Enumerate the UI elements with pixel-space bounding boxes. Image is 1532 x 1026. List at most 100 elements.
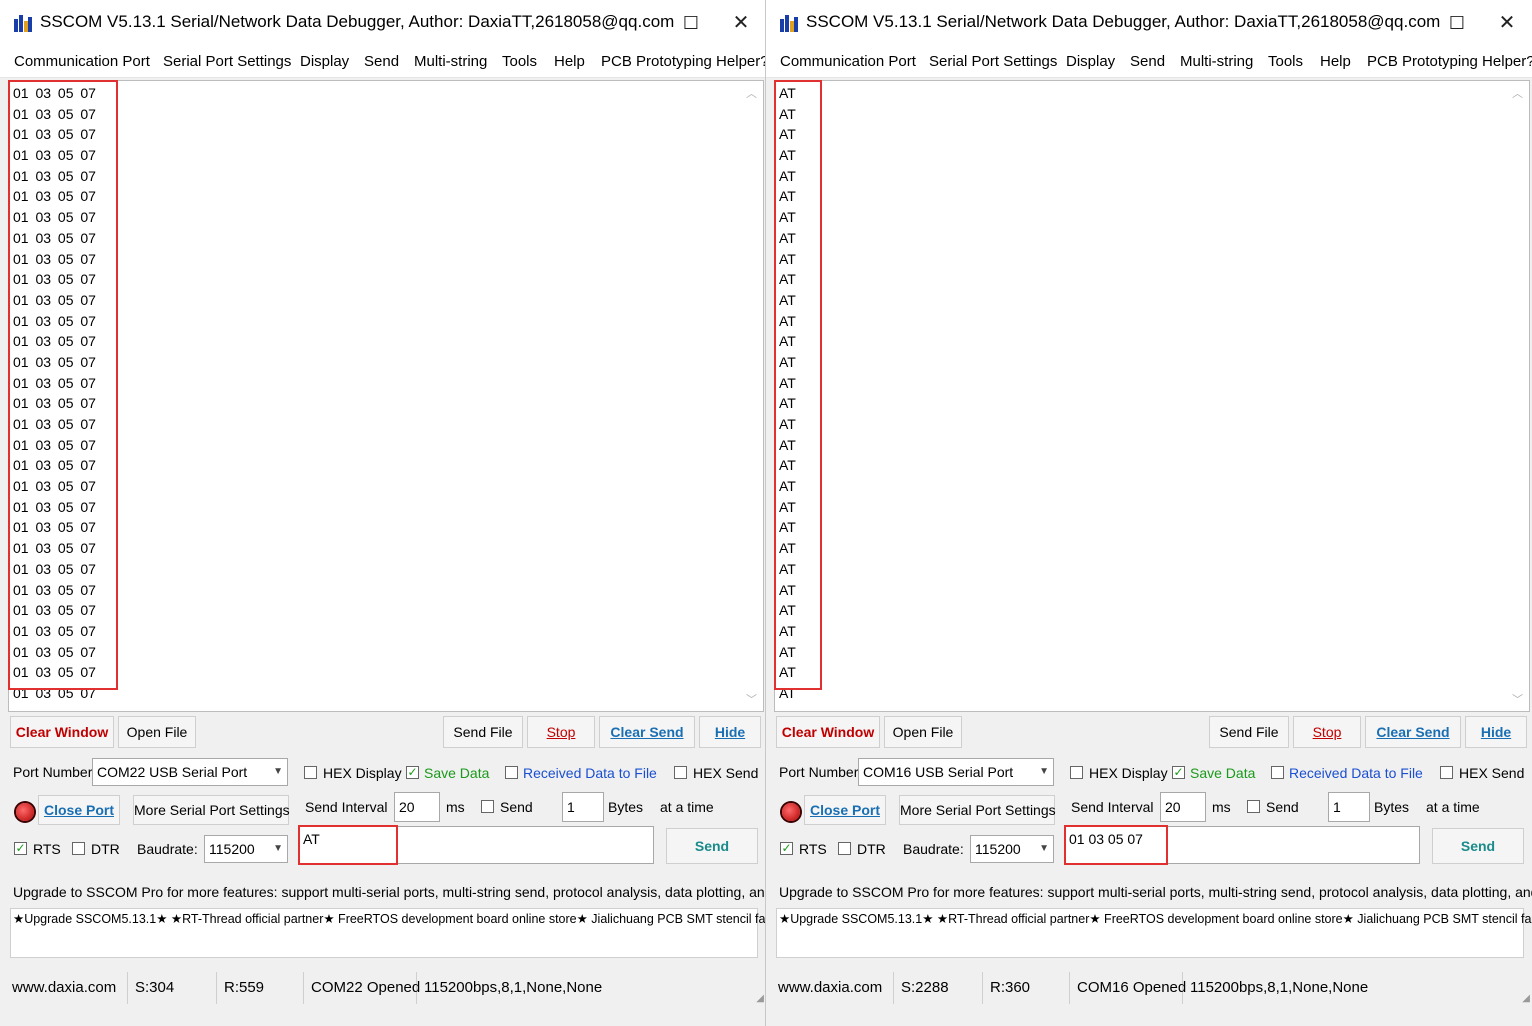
close-port-button[interactable]: Close Port [38, 795, 120, 825]
menu-send[interactable]: Send [1130, 53, 1165, 70]
title-bar: SSCOM V5.13.1 Serial/Network Data Debugg… [0, 0, 765, 46]
port-select[interactable]: COM22 USB Serial Port ▼ [92, 758, 288, 786]
baudrate-select[interactable]: 115200 ▼ [970, 835, 1054, 863]
clear-window-button[interactable]: Clear Window [776, 716, 880, 748]
status-bar: www.daxia.com S:2288 R:360 COM16 Opened … [766, 972, 1532, 1006]
status-port-params: 115200bps,8,1,None,None [420, 972, 764, 1004]
send-file-button[interactable]: Send File [443, 716, 523, 748]
port-select[interactable]: COM16 USB Serial Port ▼ [858, 758, 1054, 786]
status-site-link[interactable]: www.daxia.com [8, 972, 128, 1004]
menu-communication-port[interactable]: Communication Port [780, 53, 916, 70]
timed-send-label: Send [1266, 799, 1299, 815]
send-interval-input[interactable]: 20 [394, 792, 440, 822]
status-port-state: COM16 Opened [1073, 972, 1186, 1004]
received-to-file-label: Received Data to File [523, 765, 657, 781]
dtr-checkbox[interactable] [72, 842, 85, 855]
resize-grip-icon[interactable]: ◢ [756, 993, 764, 1004]
maximize-icon[interactable]: ☐ [1442, 10, 1472, 36]
menu-send[interactable]: Send [364, 53, 399, 70]
menu-pcb-helper[interactable]: PCB Prototyping Helper? [1367, 53, 1532, 70]
action-button-row: Clear Window Open File Send File Stop Cl… [8, 716, 764, 752]
clear-send-button[interactable]: Clear Send [1365, 716, 1461, 748]
menu-bar: Communication Port Serial Port Settings … [766, 46, 1532, 78]
hex-send-checkbox[interactable] [1440, 766, 1453, 779]
close-port-button[interactable]: Close Port [804, 795, 886, 825]
stop-button[interactable]: Stop [527, 716, 595, 748]
send-file-button[interactable]: Send File [1209, 716, 1289, 748]
scroll-up-icon[interactable]: ︿ [746, 85, 757, 101]
timed-send-checkbox[interactable] [1247, 800, 1260, 813]
hide-button[interactable]: Hide [1465, 716, 1527, 748]
bytes-label: Bytes [608, 799, 644, 815]
stop-button[interactable]: Stop [1293, 716, 1361, 748]
maximize-icon[interactable]: ☐ [676, 10, 706, 36]
hex-display-checkbox[interactable] [1070, 766, 1083, 779]
resize-grip-icon[interactable]: ◢ [1522, 993, 1530, 1004]
send-button[interactable]: Send [666, 828, 758, 864]
status-port-params: 115200bps,8,1,None,None [1186, 972, 1530, 1004]
send-interval-input[interactable]: 20 [1160, 792, 1206, 822]
bytes-label: Bytes [1374, 799, 1410, 815]
baudrate-value: 115200 [209, 841, 255, 857]
receive-area[interactable]: 01 03 05 07 01 03 05 07 01 03 05 07 01 03 0… [8, 80, 764, 712]
received-data-highlight [8, 80, 118, 690]
menu-serial-port-settings[interactable]: Serial Port Settings [163, 53, 291, 70]
chevron-down-icon: ▼ [1039, 843, 1049, 854]
ticker-text[interactable]: ★Upgrade SSCOM5.13.1★ ★RT-Thread officia… [779, 911, 1532, 926]
menu-multi-string[interactable]: Multi-string [1180, 53, 1253, 70]
ticker-text[interactable]: ★Upgrade SSCOM5.13.1★ ★RT-Thread officia… [13, 911, 765, 926]
menu-communication-port[interactable]: Communication Port [14, 53, 150, 70]
baudrate-select[interactable]: 115200 ▼ [204, 835, 288, 863]
close-icon[interactable]: ✕ [1492, 10, 1522, 36]
timed-send-checkbox[interactable] [481, 800, 494, 813]
received-to-file-checkbox[interactable] [1271, 766, 1284, 779]
scroll-down-icon[interactable]: ﹀ [1512, 691, 1523, 707]
chevron-down-icon: ▼ [1039, 766, 1049, 777]
scroll-down-icon[interactable]: ﹀ [746, 691, 757, 707]
menu-pcb-helper[interactable]: PCB Prototyping Helper? [601, 53, 765, 70]
save-data-checkbox[interactable]: ✓ [406, 766, 419, 779]
scroll-up-icon[interactable]: ︿ [1512, 85, 1523, 101]
bytes-input[interactable]: 1 [1328, 792, 1370, 822]
promo-text: Upgrade to SSCOM Pro for more features: … [779, 884, 1532, 900]
more-settings-button[interactable]: More Serial Port Settings [899, 795, 1056, 825]
clear-send-button[interactable]: Clear Send [599, 716, 695, 748]
port-status-led-icon [782, 803, 800, 821]
receive-area[interactable]: AT AT AT AT AT AT AT AT AT AT AT AT AT AT AT AT AT AT AT AT… [774, 80, 1530, 712]
close-icon[interactable]: ✕ [726, 10, 756, 36]
menu-serial-port-settings[interactable]: Serial Port Settings [929, 53, 1057, 70]
port-number-label: Port Number [779, 764, 859, 780]
menu-tools[interactable]: Tools [1268, 53, 1303, 70]
hex-display-checkbox[interactable] [304, 766, 317, 779]
hex-send-label: HEX Send [1459, 765, 1525, 781]
open-file-button[interactable]: Open File [118, 716, 196, 748]
dtr-checkbox[interactable] [838, 842, 851, 855]
hex-send-checkbox[interactable] [674, 766, 687, 779]
send-interval-label: Send Interval [305, 799, 388, 815]
send-interval-label: Send Interval [1071, 799, 1154, 815]
rts-checkbox[interactable]: ✓ [780, 842, 793, 855]
sscom-window-com16: SSCOM V5.13.1 Serial/Network Data Debugg… [766, 0, 1532, 1026]
menu-multi-string[interactable]: Multi-string [414, 53, 487, 70]
save-data-checkbox[interactable]: ✓ [1172, 766, 1185, 779]
send-text-highlight [298, 825, 398, 865]
send-button[interactable]: Send [1432, 828, 1524, 864]
menu-tools[interactable]: Tools [502, 53, 537, 70]
status-recv-count: R:360 [986, 972, 1070, 1004]
hex-display-label: HEX Display [323, 765, 402, 781]
ticker-panel: ★Upgrade SSCOM5.13.1★ ★RT-Thread officia… [776, 908, 1532, 958]
menu-help[interactable]: Help [554, 53, 585, 70]
menu-help[interactable]: Help [1320, 53, 1351, 70]
menu-display[interactable]: Display [1066, 53, 1115, 70]
open-file-button[interactable]: Open File [884, 716, 962, 748]
received-to-file-checkbox[interactable] [505, 766, 518, 779]
port-status-led-icon [16, 803, 34, 821]
rts-checkbox[interactable]: ✓ [14, 842, 27, 855]
hide-button[interactable]: Hide [699, 716, 761, 748]
clear-window-button[interactable]: Clear Window [10, 716, 114, 748]
status-site-link[interactable]: www.daxia.com [774, 972, 894, 1004]
bytes-input[interactable]: 1 [562, 792, 604, 822]
more-settings-button[interactable]: More Serial Port Settings [133, 795, 290, 825]
menu-display[interactable]: Display [300, 53, 349, 70]
save-data-label: Save Data [424, 765, 490, 781]
